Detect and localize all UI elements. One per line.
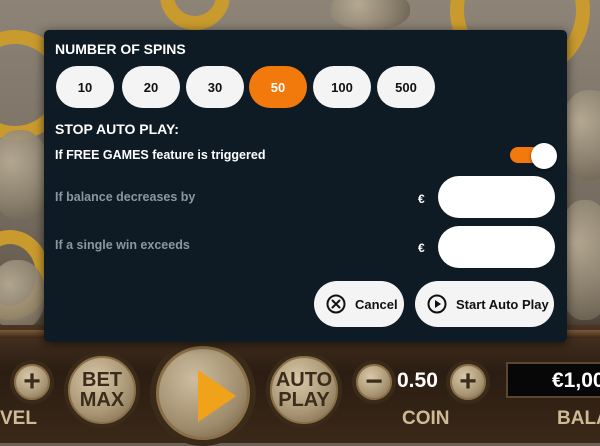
minus-icon: − xyxy=(365,365,383,398)
spin-button[interactable] xyxy=(150,340,256,446)
auto-play-button[interactable]: AUTO PLAY xyxy=(266,352,342,428)
stone-decoration xyxy=(330,0,410,30)
spin-option-20[interactable]: 20 xyxy=(122,66,180,108)
gold-ring-decoration xyxy=(160,0,230,30)
plus-icon: + xyxy=(23,365,41,398)
stone-decoration xyxy=(0,130,50,220)
coin-value: 0.50 xyxy=(397,369,438,392)
bet-max-label-line2: MAX xyxy=(79,389,125,411)
cancel-button-label: Cancel xyxy=(355,296,398,312)
auto-play-label-line1: AUTO xyxy=(275,369,333,391)
circle-play-icon xyxy=(427,294,447,314)
balance-decrease-label: If balance decreases by xyxy=(55,190,196,204)
play-icon xyxy=(198,370,236,422)
balance-currency-symbol: € xyxy=(418,192,425,206)
balance-value: €1,00 xyxy=(552,369,600,392)
start-auto-play-button[interactable]: Start Auto Play xyxy=(415,281,554,327)
balance-display: €1,00 xyxy=(506,362,600,398)
balance-decrease-input[interactable] xyxy=(438,176,555,218)
stone-decoration xyxy=(0,260,45,330)
bet-max-button[interactable]: BET MAX xyxy=(64,352,140,428)
spin-option-100[interactable]: 100 xyxy=(313,66,371,108)
level-label: VEL xyxy=(0,408,37,429)
win-currency-symbol: € xyxy=(418,241,425,255)
level-plus-button[interactable]: + xyxy=(10,360,54,404)
start-auto-play-label: Start Auto Play xyxy=(456,296,549,312)
cancel-button[interactable]: Cancel xyxy=(314,281,404,327)
number-of-spins-title: NUMBER OF SPINS xyxy=(55,41,186,57)
toggle-knob xyxy=(531,143,557,169)
single-win-label: If a single win exceeds xyxy=(55,238,190,252)
free-games-label: If FREE GAMES feature is triggered xyxy=(55,148,266,162)
coin-minus-button[interactable]: − xyxy=(352,360,396,404)
stop-auto-play-title: STOP AUTO PLAY: xyxy=(55,121,179,137)
single-win-input[interactable] xyxy=(438,226,555,268)
circle-x-icon xyxy=(326,294,346,314)
spin-option-500[interactable]: 500 xyxy=(377,66,435,108)
free-games-toggle[interactable] xyxy=(510,143,557,169)
auto-play-dialog: NUMBER OF SPINS 10 20 30 50 100 500 STOP… xyxy=(44,30,567,342)
spin-option-50[interactable]: 50 xyxy=(249,66,307,108)
bet-max-label-line1: BET xyxy=(82,369,122,391)
balance-label: BALA xyxy=(557,408,600,429)
auto-play-label-line2: PLAY xyxy=(278,389,330,411)
coin-label: COIN xyxy=(402,408,450,429)
coin-plus-button[interactable]: + xyxy=(446,360,490,404)
spin-option-10[interactable]: 10 xyxy=(56,66,114,108)
plus-icon: + xyxy=(459,365,477,398)
spin-option-30[interactable]: 30 xyxy=(186,66,244,108)
